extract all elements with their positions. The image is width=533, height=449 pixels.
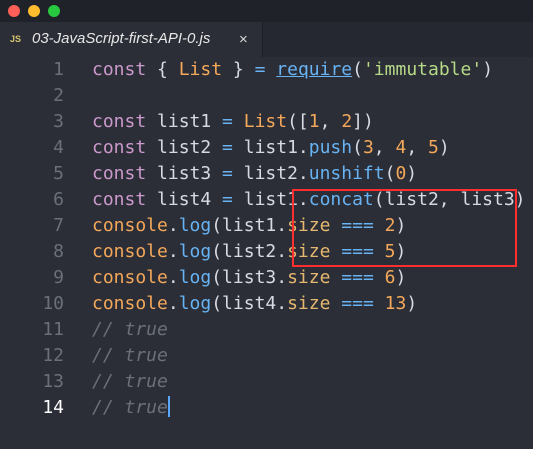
code-line: 2 <box>0 83 533 109</box>
line-number: 5 <box>53 163 64 184</box>
text-cursor <box>167 396 170 417</box>
line-number: 6 <box>53 189 64 210</box>
close-tab-icon[interactable]: × <box>239 31 248 48</box>
code-text: const list3 = list2.unshift(0) <box>92 163 418 184</box>
editor-window: JS 03-JavaScript-first-API-0.js × 1 cons… <box>0 0 533 449</box>
title-bar <box>0 0 533 22</box>
line-number: 2 <box>53 85 64 106</box>
javascript-file-icon: JS <box>10 34 22 44</box>
code-text: const list2 = list1.push(3, 4, 5) <box>92 137 450 158</box>
code-line: 1 const { List } = require('immutable') <box>0 57 533 83</box>
line-number: 7 <box>53 215 64 236</box>
line-number: 11 <box>42 319 64 340</box>
tab-bar: JS 03-JavaScript-first-API-0.js × <box>0 22 533 57</box>
code-line: 4 const list2 = list1.push(3, 4, 5) <box>0 135 533 161</box>
line-number-active: 14 <box>42 397 64 418</box>
code-text: // true <box>92 345 168 366</box>
code-text: console.log(list3.size === 6) <box>92 267 407 288</box>
code-line: 13 // true <box>0 369 533 395</box>
close-window-button[interactable] <box>8 5 20 17</box>
maximize-window-button[interactable] <box>48 5 60 17</box>
code-line: 10 console.log(list4.size === 13) <box>0 291 533 317</box>
line-number: 9 <box>53 267 64 288</box>
code-line-active: 14 // true <box>0 395 533 421</box>
code-text: // true <box>92 371 168 392</box>
code-line: 5 const list3 = list2.unshift(0) <box>0 161 533 187</box>
code-text: // true <box>92 396 170 418</box>
line-number: 13 <box>42 371 64 392</box>
line-number: 10 <box>42 293 64 314</box>
tab-file[interactable]: JS 03-JavaScript-first-API-0.js × <box>0 22 263 57</box>
line-number: 1 <box>53 59 64 80</box>
tab-title: 03-JavaScript-first-API-0.js <box>32 30 211 47</box>
line-number: 8 <box>53 241 64 262</box>
line-number: 3 <box>53 111 64 132</box>
code-line: 3 const list1 = List([1, 2]) <box>0 109 533 135</box>
code-editor[interactable]: 1 const { List } = require('immutable') … <box>0 57 533 449</box>
code-text: console.log(list4.size === 13) <box>92 293 418 314</box>
line-number: 4 <box>53 137 64 158</box>
code-text: const list1 = List([1, 2]) <box>92 111 374 132</box>
annotation-highlight-box <box>292 189 517 267</box>
code-text: const { List } = require('immutable') <box>92 59 494 80</box>
code-line: 9 console.log(list3.size === 6) <box>0 265 533 291</box>
code-text: // true <box>92 319 168 340</box>
code-line: 11 // true <box>0 317 533 343</box>
line-number: 12 <box>42 345 64 366</box>
minimize-window-button[interactable] <box>28 5 40 17</box>
code-line: 12 // true <box>0 343 533 369</box>
